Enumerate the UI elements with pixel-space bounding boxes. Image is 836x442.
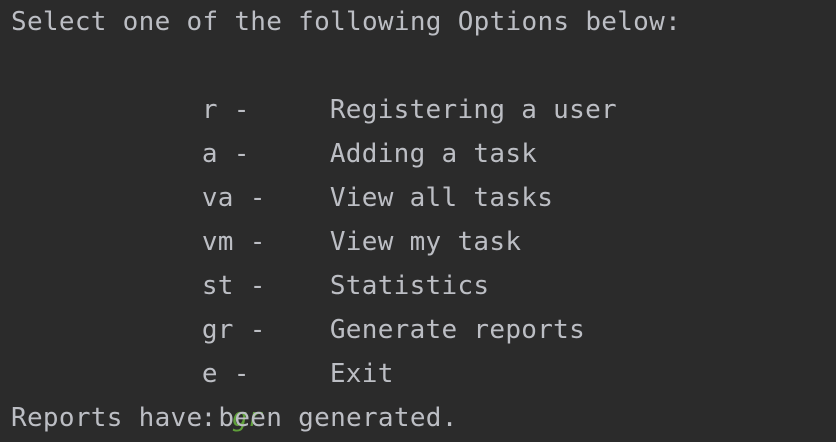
menu-option: va - View all tasks (138, 132, 553, 213)
menu-option: vm - View my task (138, 176, 521, 257)
menu-option: e - Exit (138, 308, 394, 389)
menu-option: gr - Generate reports (138, 264, 585, 345)
menu-option: r - Registering a user (138, 44, 617, 125)
menu-option: st - Statistics (138, 220, 489, 301)
console-output: Select one of the following Options belo… (0, 0, 836, 442)
input-line[interactable]: : gr (138, 352, 264, 433)
result-message: Reports have been generated. (11, 403, 458, 433)
menu-option-label: Exit (329, 359, 394, 389)
menu-option: a - Adding a task (138, 88, 537, 169)
menu-header: Select one of the following Options belo… (11, 7, 682, 37)
